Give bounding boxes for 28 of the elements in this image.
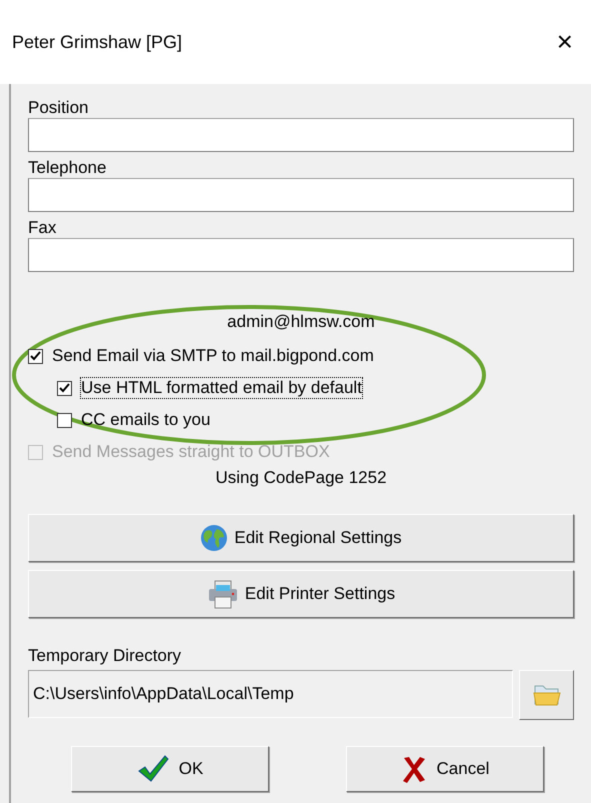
- folder-icon: [532, 683, 560, 707]
- codepage-text: Using CodePage 1252: [214, 468, 388, 489]
- window-title: Peter Grimshaw [PG]: [12, 32, 182, 52]
- settings-button[interactable]: Edit Printer Settings: [28, 570, 574, 618]
- input-field[interactable]: [28, 178, 574, 212]
- field-label: Temporary Directory: [28, 645, 182, 667]
- checkbox[interactable]: [28, 348, 43, 364]
- input-field[interactable]: [28, 238, 574, 272]
- field-label: Position: [28, 97, 90, 118]
- checkbox-label[interactable]: Send Email via SMTP to mail.bigpond.com: [52, 346, 374, 366]
- cross-icon: [400, 755, 427, 783]
- input-field[interactable]: [28, 118, 574, 152]
- close-button[interactable]: ×: [552, 28, 577, 56]
- checkbox[interactable]: [57, 380, 72, 396]
- email-address: admin@hlmsw.com: [226, 311, 376, 333]
- dialog-button[interactable]: Cancel: [346, 746, 544, 792]
- field-label: Telephone: [28, 157, 108, 178]
- checkbox-label[interactable]: CC emails to you: [81, 410, 210, 430]
- field-label: Fax: [28, 217, 58, 238]
- settings-button[interactable]: Edit Regional Settings: [28, 514, 574, 562]
- check-icon: [136, 754, 169, 784]
- checkbox-label[interactable]: Use HTML formatted email by default: [81, 378, 362, 398]
- dialog-button[interactable]: OK: [71, 746, 269, 792]
- checkbox[interactable]: [57, 412, 72, 428]
- input-field[interactable]: C:\Users\info\AppData\Local\Temp: [28, 670, 513, 718]
- printer-icon: [206, 578, 239, 610]
- browse-button[interactable]: [519, 670, 574, 720]
- globe-icon: [200, 523, 228, 553]
